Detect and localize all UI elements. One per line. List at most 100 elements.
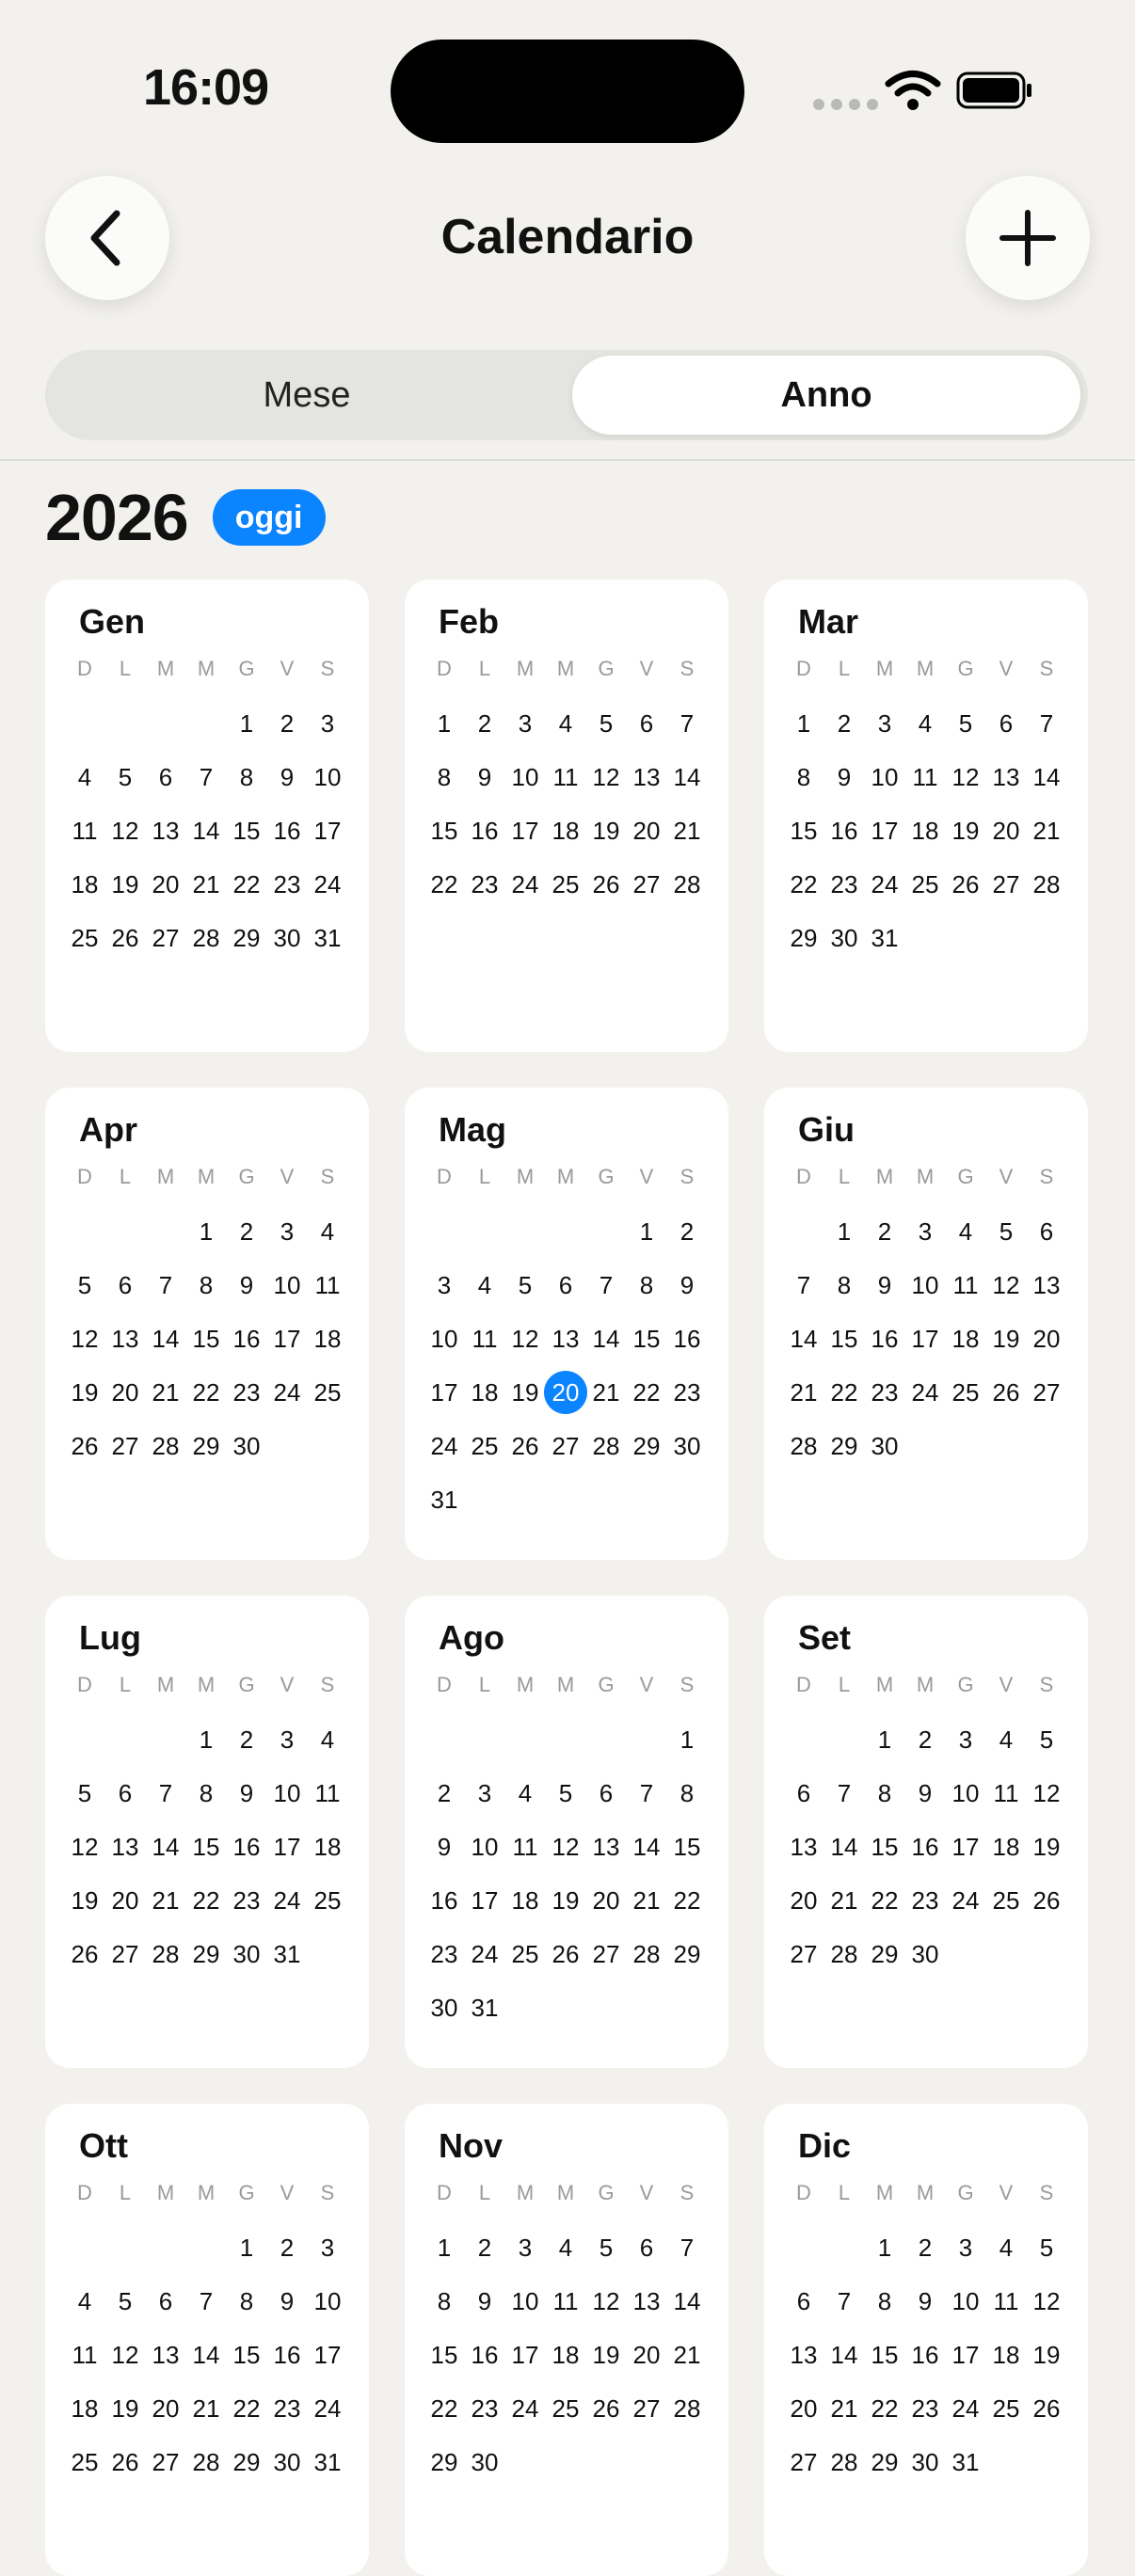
day-cell[interactable]: 30 [225,1932,268,1976]
day-cell[interactable]: 31 [306,916,349,960]
day-cell[interactable]: 30 [823,916,866,960]
day-cell[interactable]: 4 [463,1264,506,1307]
day-cell[interactable]: 14 [782,1317,825,1360]
day-cell[interactable]: 15 [423,2333,466,2377]
day-cell[interactable]: 27 [144,2441,187,2484]
day-cell[interactable]: 16 [225,1825,268,1868]
day-cell[interactable]: 20 [984,809,1028,852]
day-cell[interactable]: 12 [504,1317,547,1360]
day-cell[interactable]: 17 [306,809,349,852]
day-cell[interactable]: 18 [63,863,106,906]
day-cell[interactable]: 4 [306,1210,349,1253]
day-cell[interactable]: 8 [823,1264,866,1307]
day-cell[interactable]: 12 [944,755,987,799]
day-cell[interactable]: 19 [944,809,987,852]
day-cell[interactable]: 6 [625,702,668,745]
day-cell[interactable]: 1 [782,702,825,745]
day-cell[interactable]: 3 [903,1210,947,1253]
day-cell[interactable]: 5 [584,2226,628,2269]
day-cell[interactable]: 17 [423,1371,466,1414]
day-cell[interactable]: 23 [863,1371,906,1414]
day-cell[interactable]: 7 [144,1264,187,1307]
day-cell[interactable]: 29 [863,2441,906,2484]
month-card[interactable]: Nov D L M M G V S 1 2 3 4 5 6 7 8 9 10 11 12 13 14 15 16 17 18 19 2… [405,2104,728,2576]
day-cell[interactable]: 1 [225,702,268,745]
day-cell[interactable]: 25 [504,1932,547,1976]
day-cell[interactable]: 9 [665,1264,709,1307]
day-cell[interactable]: 20 [782,2387,825,2430]
day-cell[interactable]: 1 [423,702,466,745]
day-cell[interactable]: 9 [463,755,506,799]
day-cell[interactable]: 21 [823,1879,866,1922]
day-cell[interactable]: 22 [782,863,825,906]
day-cell[interactable]: 15 [863,2333,906,2377]
day-cell[interactable]: 4 [544,2226,587,2269]
day-cell[interactable]: 7 [823,2280,866,2323]
day-cell[interactable]: 16 [463,2333,506,2377]
day-cell[interactable]: 17 [504,2333,547,2377]
day-cell[interactable]: 7 [584,1264,628,1307]
day-cell[interactable]: 6 [144,2280,187,2323]
day-cell[interactable]: 4 [63,755,106,799]
day-cell[interactable]: 5 [584,702,628,745]
day-cell[interactable]: 22 [184,1879,228,1922]
day-cell[interactable]: 13 [782,2333,825,2377]
day-cell[interactable]: 15 [665,1825,709,1868]
day-cell[interactable]: 9 [823,755,866,799]
day-cell[interactable]: 1 [863,2226,906,2269]
day-cell[interactable]: 16 [863,1317,906,1360]
day-cell[interactable]: 6 [782,2280,825,2323]
day-cell[interactable]: 25 [463,1424,506,1468]
day-cell[interactable]: 13 [544,1317,587,1360]
day-cell[interactable]: 1 [823,1210,866,1253]
day-cell[interactable]: 5 [63,1772,106,1815]
day-cell[interactable]: 2 [265,2226,309,2269]
day-cell[interactable]: 16 [903,2333,947,2377]
day-cell[interactable]: 14 [144,1317,187,1360]
day-cell[interactable]: 24 [944,2387,987,2430]
day-cell[interactable]: 29 [225,916,268,960]
day-cell[interactable]: 26 [1025,2387,1068,2430]
day-cell[interactable]: 18 [544,809,587,852]
day-cell[interactable]: 16 [903,1825,947,1868]
day-cell[interactable]: 19 [504,1371,547,1414]
day-cell[interactable]: 3 [265,1718,309,1761]
day-cell[interactable]: 27 [584,1932,628,1976]
day-cell[interactable]: 3 [944,2226,987,2269]
day-cell[interactable]: 10 [265,1264,309,1307]
day-cell[interactable]: 11 [944,1264,987,1307]
day-cell[interactable]: 5 [944,702,987,745]
day-cell[interactable]: 20 [625,809,668,852]
day-cell[interactable]: 28 [144,1932,187,1976]
day-cell[interactable]: 31 [944,2441,987,2484]
day-cell[interactable]: 12 [104,2333,147,2377]
day-cell[interactable]: 27 [782,1932,825,1976]
day-cell[interactable]: 21 [184,863,228,906]
day-cell[interactable]: 24 [463,1932,506,1976]
day-cell[interactable]: 24 [306,863,349,906]
day-cell[interactable]: 9 [265,755,309,799]
day-cell[interactable]: 27 [782,2441,825,2484]
day-cell[interactable]: 23 [225,1879,268,1922]
day-cell[interactable]: 11 [504,1825,547,1868]
day-cell[interactable]: 27 [144,916,187,960]
day-cell[interactable]: 17 [944,2333,987,2377]
month-card[interactable]: Feb D L M M G V S 1 2 3 4 5 6 7 8 9 10 11 12 13 14 15 16 17 18 19 2… [405,580,728,1052]
day-cell[interactable]: 23 [423,1932,466,1976]
day-cell[interactable]: 12 [544,1825,587,1868]
day-cell[interactable]: 23 [903,1879,947,1922]
day-cell[interactable]: 31 [306,2441,349,2484]
day-cell[interactable]: 21 [1025,809,1068,852]
day-cell[interactable]: 8 [184,1264,228,1307]
month-card[interactable]: Apr D L M M G V S 1 2 3 4 5 6 7 8 9 10 11 12 13 14 15 16 17 18 19 2… [45,1088,369,1560]
day-cell[interactable]: 10 [265,1772,309,1815]
day-cell[interactable]: 11 [903,755,947,799]
day-cell[interactable]: 14 [584,1317,628,1360]
day-cell[interactable]: 27 [104,1932,147,1976]
day-cell[interactable]: 15 [863,1825,906,1868]
day-cell[interactable]: 10 [306,2280,349,2323]
day-cell[interactable]: 8 [665,1772,709,1815]
day-cell[interactable]: 28 [823,1932,866,1976]
month-card[interactable]: Set D L M M G V S 1 2 3 4 5 6 7 8 9 10 11 12 13 14 15 16 17 18 19 2… [764,1596,1088,2068]
day-cell[interactable]: 3 [944,1718,987,1761]
